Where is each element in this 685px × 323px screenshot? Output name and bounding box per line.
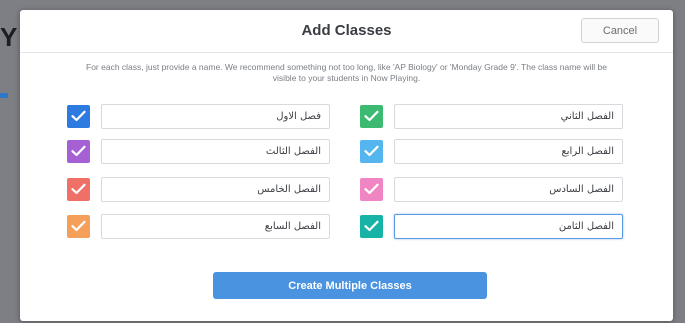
background-letter-y: Y [0, 22, 18, 52]
class-row [360, 214, 623, 239]
class-row [67, 214, 330, 239]
class-name-input[interactable] [394, 214, 623, 239]
class-color-checkbox[interactable] [360, 178, 383, 201]
class-row [67, 139, 330, 164]
check-icon [364, 145, 379, 157]
class-row [360, 177, 623, 202]
class-color-checkbox[interactable] [67, 215, 90, 238]
check-icon [71, 183, 86, 195]
class-color-checkbox[interactable] [67, 105, 90, 128]
class-color-checkbox[interactable] [360, 105, 383, 128]
class-name-input[interactable] [101, 104, 330, 129]
class-color-checkbox[interactable] [360, 215, 383, 238]
class-row [360, 139, 623, 164]
check-icon [364, 110, 379, 122]
check-icon [71, 145, 86, 157]
class-name-input[interactable] [101, 177, 330, 202]
class-row [67, 104, 330, 129]
check-icon [364, 183, 379, 195]
class-color-checkbox[interactable] [67, 140, 90, 163]
class-row [360, 104, 623, 129]
check-icon [71, 110, 86, 122]
check-icon [71, 220, 86, 232]
modal-title: Add Classes [301, 22, 392, 39]
class-row [67, 177, 330, 202]
class-name-input[interactable] [394, 104, 623, 129]
modal-description: For each class, just provide a name. We … [86, 62, 607, 83]
class-name-input[interactable] [101, 139, 330, 164]
create-multiple-classes-button[interactable]: Create Multiple Classes [213, 272, 487, 299]
class-name-input[interactable] [394, 139, 623, 164]
cancel-button[interactable]: Cancel [581, 18, 659, 43]
add-classes-modal: Add Classes Cancel For each class, just … [20, 10, 673, 321]
background-accent [0, 93, 8, 98]
modal-header: Add Classes Cancel [20, 10, 673, 53]
class-color-checkbox[interactable] [67, 178, 90, 201]
check-icon [364, 220, 379, 232]
class-name-input[interactable] [101, 214, 330, 239]
class-color-checkbox[interactable] [360, 140, 383, 163]
class-name-input[interactable] [394, 177, 623, 202]
page-backdrop: Y Add Classes Cancel For each class, jus… [0, 0, 685, 323]
